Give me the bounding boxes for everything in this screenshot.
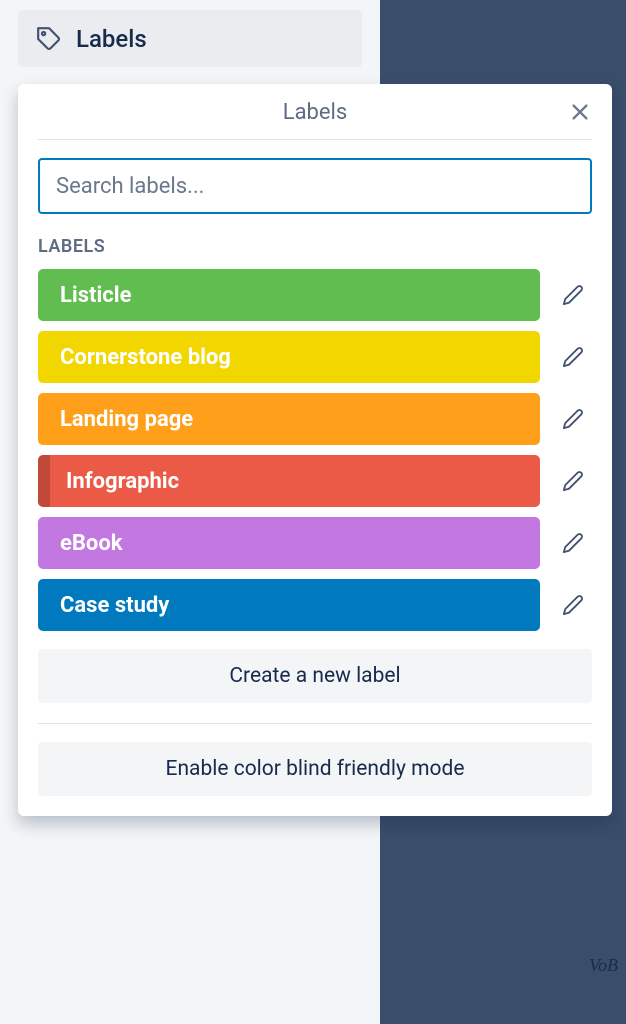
label-row: Listicle — [38, 269, 592, 321]
edit-label-button[interactable] — [554, 462, 592, 500]
pencil-icon — [562, 408, 584, 430]
label-name: Case study — [60, 593, 169, 618]
popover-title: Labels — [283, 100, 348, 125]
label-row: Cornerstone blog — [38, 331, 592, 383]
label-row: Infographic — [38, 455, 592, 507]
colorblind-mode-button[interactable]: Enable color blind friendly mode — [38, 742, 592, 796]
pencil-icon — [562, 594, 584, 616]
label-pill[interactable]: Cornerstone blog — [38, 331, 540, 383]
label-icon — [36, 26, 62, 52]
edit-label-button[interactable] — [554, 276, 592, 314]
label-name: Listicle — [60, 283, 131, 308]
signature: VoB — [589, 955, 618, 976]
popover-body: LABELS Listicle Cornerstone blog Landing p… — [18, 140, 612, 816]
label-pill[interactable]: Infographic — [38, 455, 540, 507]
label-list: Listicle Cornerstone blog Landing page Info… — [38, 269, 592, 631]
label-pill[interactable]: eBook — [38, 517, 540, 569]
search-input[interactable] — [38, 158, 592, 214]
label-row: eBook — [38, 517, 592, 569]
label-pill[interactable]: Case study — [38, 579, 540, 631]
labels-popover: Labels LABELS Listicle Cornerstone blog La… — [18, 84, 612, 816]
create-label-button[interactable]: Create a new label — [38, 649, 592, 703]
label-row: Case study — [38, 579, 592, 631]
labels-section-heading: LABELS — [38, 236, 592, 257]
label-name: Landing page — [60, 407, 193, 432]
pencil-icon — [562, 532, 584, 554]
divider — [38, 723, 592, 724]
pencil-icon — [562, 346, 584, 368]
edit-label-button[interactable] — [554, 400, 592, 438]
pencil-icon — [562, 470, 584, 492]
label-name: Cornerstone blog — [60, 345, 231, 370]
label-name: eBook — [60, 531, 123, 556]
label-pill[interactable]: Listicle — [38, 269, 540, 321]
edit-label-button[interactable] — [554, 586, 592, 624]
label-row: Landing page — [38, 393, 592, 445]
close-button[interactable] — [566, 98, 594, 126]
labels-trigger-row[interactable]: Labels — [18, 10, 362, 67]
pencil-icon — [562, 284, 584, 306]
edit-label-button[interactable] — [554, 524, 592, 562]
labels-trigger-text: Labels — [76, 25, 147, 53]
edit-label-button[interactable] — [554, 338, 592, 376]
label-pill[interactable]: Landing page — [38, 393, 540, 445]
popover-header: Labels — [38, 84, 592, 140]
label-name: Infographic — [66, 469, 179, 494]
